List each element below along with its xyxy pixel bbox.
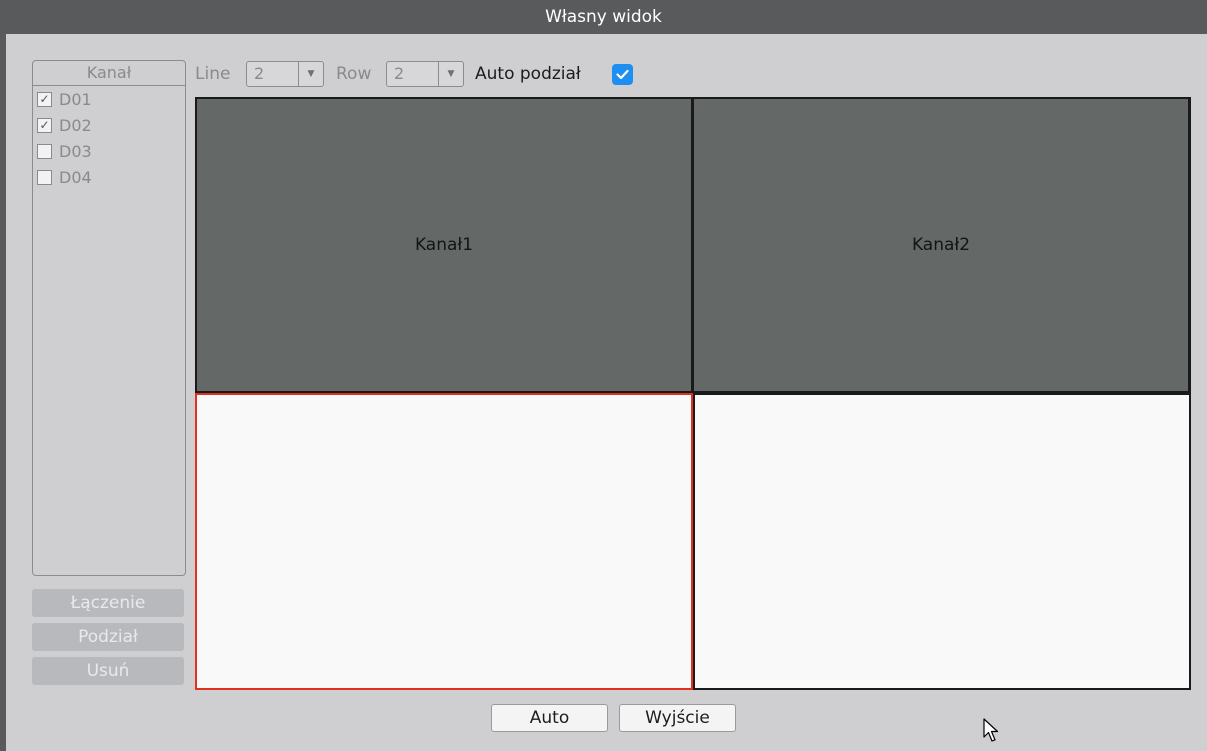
line-select[interactable]: 2 ▼ (246, 61, 324, 87)
channel-item-d02[interactable]: ✓ D02 (33, 112, 185, 138)
split-button[interactable]: Podział (32, 623, 184, 651)
mouse-cursor-icon (983, 718, 999, 742)
row-select-value: 2 (394, 64, 405, 83)
auto-split-label: Auto podział (475, 64, 581, 84)
grid-cell-3[interactable] (195, 393, 693, 690)
chevron-down-icon[interactable]: ▼ (298, 62, 323, 86)
merge-button[interactable]: Łączenie (32, 589, 184, 617)
checkbox-unchecked-icon[interactable] (37, 169, 52, 185)
channel-item-label: D02 (59, 115, 92, 135)
grid-cell-2[interactable]: Kanał2 (694, 99, 1188, 391)
delete-button[interactable]: Usuń (32, 657, 184, 685)
checkmark-icon (616, 69, 629, 80)
checkbox-checked-icon[interactable]: ✓ (37, 117, 52, 133)
line-label: Line (195, 64, 231, 84)
row-select[interactable]: 2 ▼ (386, 61, 464, 87)
checkbox-unchecked-icon[interactable] (37, 143, 52, 159)
channel-item-label: D01 (59, 89, 92, 109)
grid-cell-label: Kanał2 (911, 235, 971, 255)
channel-list: Kanał ✓ D01 ✓ D02 D03 D04 (32, 60, 186, 576)
channel-item-label: D04 (59, 167, 92, 187)
grid-cell-4[interactable] (695, 395, 1189, 688)
channel-list-header: Kanał (33, 61, 185, 86)
channel-item-label: D03 (59, 141, 92, 161)
layout-grid: Kanał1 Kanał2 (195, 97, 1191, 690)
channel-item-d03[interactable]: D03 (33, 138, 185, 164)
auto-button[interactable]: Auto (491, 704, 608, 732)
dialog-title: Własny widok (545, 7, 662, 27)
chevron-down-icon[interactable]: ▼ (438, 62, 463, 86)
checkbox-checked-icon[interactable]: ✓ (37, 91, 52, 107)
exit-button[interactable]: Wyjście (619, 704, 736, 732)
dialog-frame (0, 34, 6, 751)
line-select-value: 2 (254, 64, 265, 83)
dialog-title-bar: Własny widok (0, 0, 1207, 34)
grid-cell-label: Kanał1 (414, 235, 474, 255)
grid-cell-1[interactable]: Kanał1 (197, 99, 691, 391)
channel-item-d01[interactable]: ✓ D01 (33, 86, 185, 112)
channel-item-d04[interactable]: D04 (33, 164, 185, 190)
auto-split-checkbox[interactable] (612, 64, 633, 85)
row-label: Row (336, 64, 372, 84)
